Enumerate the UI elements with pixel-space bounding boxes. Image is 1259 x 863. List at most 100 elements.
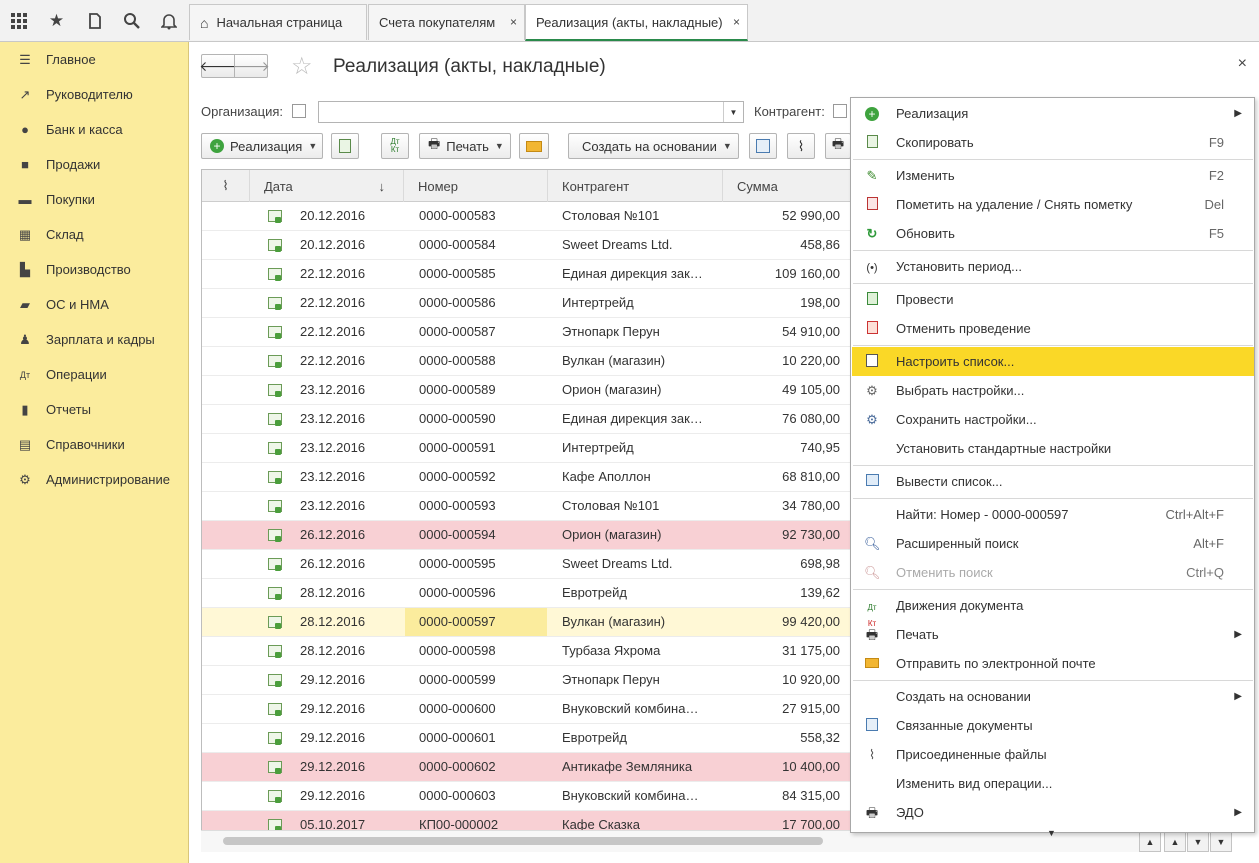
sidebar-item-manager[interactable]: ↗ Руководителю xyxy=(0,77,189,112)
table-row[interactable]: 23.12.2016 0000-000591 Интертрейд 740,95 xyxy=(202,434,860,463)
table-row[interactable]: 29.12.2016 0000-000601 Евротрейд 558,32 xyxy=(202,724,860,753)
column-header-date[interactable]: Дата ↓ xyxy=(250,170,404,202)
menu-scroll-down-icon[interactable]: ▼ xyxy=(1047,828,1056,838)
table-row[interactable]: 28.12.2016 0000-000596 Евротрейд 139,62 xyxy=(202,579,860,608)
favorite-star-icon[interactable]: ☆ xyxy=(291,52,313,81)
sidebar-item-warehouse[interactable]: ▦ Склад xyxy=(0,217,189,252)
attached-files-button[interactable]: ⌇ xyxy=(787,133,815,159)
menu-item-20[interactable]: Связанные документы xyxy=(852,711,1254,740)
sidebar-item-label: Покупки xyxy=(46,192,95,207)
menu-item-5[interactable]: (•) Установить период... xyxy=(852,252,1254,281)
cell-contractor: Внуковский комбина… xyxy=(562,788,699,803)
sidebar-item-salary[interactable]: ♟ Зарплата и кадры xyxy=(0,322,189,357)
add-green-icon: + xyxy=(864,106,880,122)
contractor-checkbox[interactable] xyxy=(833,104,847,118)
menu-item-3[interactable]: Пометить на удаление / Снять пометку Del xyxy=(852,190,1254,219)
sidebar-item-main[interactable]: ☰ Главное xyxy=(0,42,189,77)
column-header-sum[interactable]: Сумма xyxy=(723,170,860,202)
menu-item-6[interactable]: Провести xyxy=(852,285,1254,314)
sidebar-item-administration[interactable]: ⚙ Администрирование xyxy=(0,462,189,497)
menu-item-14[interactable]: 🔍︎ Расширенный поиск Alt+F xyxy=(852,529,1254,558)
table-row[interactable]: 23.12.2016 0000-000593 Столовая №101 34 780… xyxy=(202,492,860,521)
sidebar-item-sales[interactable]: ■ Продажи xyxy=(0,147,189,182)
menu-item-7[interactable]: Отменить проведение xyxy=(852,314,1254,343)
table-row[interactable]: 29.12.2016 0000-000599 Этнопарк Перун 10 92… xyxy=(202,666,860,695)
table-row[interactable]: 20.12.2016 0000-000583 Столовая №101 52 990… xyxy=(202,202,860,231)
column-header-contractor[interactable]: Контрагент xyxy=(548,170,723,202)
table-row[interactable]: 23.12.2016 0000-000592 Кафе Аполлон 68 810,… xyxy=(202,463,860,492)
table-row[interactable]: 23.12.2016 0000-000589 Орион (магазин) 49 1… xyxy=(202,376,860,405)
menu-item-17[interactable]: 🖶 Печать ▶ xyxy=(852,620,1254,649)
create-based-on-button[interactable]: Создать на основании ▼ xyxy=(568,133,739,159)
forward-button[interactable]: 🡒 xyxy=(232,54,270,78)
sidebar-item-bank[interactable]: ● Банк и касса xyxy=(0,112,189,147)
sidebar-item-operations[interactable]: Дт Операции xyxy=(0,357,189,392)
menu-item-10[interactable]: ⚙ Сохранить настройки... xyxy=(852,405,1254,434)
table-row[interactable]: 28.12.2016 0000-000597 Вулкан (магазин) 99 … xyxy=(202,608,860,637)
copy-button[interactable] xyxy=(331,133,359,159)
menu-item-22[interactable]: Изменить вид операции... xyxy=(852,769,1254,798)
create-realization-button[interactable]: + Реализация ▼ xyxy=(201,133,323,159)
send-email-button[interactable] xyxy=(519,133,549,159)
table-row[interactable]: 29.12.2016 0000-000603 Внуковский комбина…… xyxy=(202,782,860,811)
table-row[interactable]: 29.12.2016 0000-000600 Внуковский комбина…… xyxy=(202,695,860,724)
scroll-last-icon[interactable]: ▼ xyxy=(1210,832,1232,852)
menu-item-0[interactable]: + Реализация ▶ xyxy=(852,99,1254,128)
menu-item-19[interactable]: Создать на основании ▶ xyxy=(852,682,1254,711)
menu-item-13[interactable]: Найти: Номер - 0000-000597 Ctrl+Alt+F xyxy=(852,500,1254,529)
menu-item-21[interactable]: ⌇ Присоединенные файлы xyxy=(852,740,1254,769)
table-row[interactable]: 22.12.2016 0000-000585 Единая дирекция зак… xyxy=(202,260,860,289)
table-row[interactable]: 29.12.2016 0000-000602 Антикафе Земляника 1… xyxy=(202,753,860,782)
menu-item-16[interactable]: Дт Кт Движения документа xyxy=(852,591,1254,628)
menu-item-9[interactable]: ⚙ Выбрать настройки... xyxy=(852,376,1254,405)
table-row[interactable]: 22.12.2016 0000-000588 Вулкан (магазин) 10 … xyxy=(202,347,860,376)
scroll-first-icon[interactable]: ▲ xyxy=(1139,832,1161,852)
sidebar-item-purchases[interactable]: ▬ Покупки xyxy=(0,182,189,217)
menu-item-15[interactable]: 🔍︎ Отменить поиск Ctrl+Q xyxy=(852,558,1254,587)
chevron-down-icon[interactable]: ▼ xyxy=(723,102,743,122)
related-documents-button[interactable] xyxy=(749,133,777,159)
close-icon[interactable]: × xyxy=(733,15,740,29)
back-button[interactable]: 🡐 xyxy=(199,54,237,78)
organization-field[interactable]: ▼ xyxy=(318,101,744,123)
sidebar-item-reports[interactable]: ▮ Отчеты xyxy=(0,392,189,427)
tab-customer-invoices[interactable]: Счета покупателям × xyxy=(368,4,525,40)
attachment-column-header[interactable]: ⌇ xyxy=(202,170,250,202)
scroll-down-icon[interactable]: ▼ xyxy=(1187,832,1209,852)
menu-item-23[interactable]: 🖶 ЭДО ▶ xyxy=(852,798,1254,827)
favorites-star-icon[interactable]: ★ xyxy=(38,0,75,42)
notifications-bell-icon[interactable] xyxy=(150,0,187,42)
table-row[interactable]: 23.12.2016 0000-000590 Единая дирекция зак… xyxy=(202,405,860,434)
horizontal-scrollbar[interactable] xyxy=(201,830,1149,852)
table-row[interactable]: 26.12.2016 0000-000595 Sweet Dreams Ltd. 69… xyxy=(202,550,860,579)
close-form-icon[interactable]: × xyxy=(1238,55,1247,73)
menu-item-12[interactable]: Вывести список... xyxy=(852,467,1254,496)
menu-item-4[interactable]: ↻ Обновить F5 xyxy=(852,219,1254,248)
sidebar-item-fixed-assets[interactable]: ▰ ОС и НМА xyxy=(0,287,189,322)
search-icon[interactable] xyxy=(113,0,150,42)
print-button[interactable]: 🖶 Печать ▼ xyxy=(419,133,511,159)
menu-item-2[interactable]: ✎ Изменить F2 xyxy=(852,161,1254,190)
scrollbar-thumb[interactable] xyxy=(223,837,823,845)
tab-home[interactable]: ⌂ Начальная страница xyxy=(189,4,367,40)
column-header-number[interactable]: Номер xyxy=(404,170,548,202)
table-row[interactable]: 26.12.2016 0000-000594 Орион (магазин) 92 7… xyxy=(202,521,860,550)
close-icon[interactable]: × xyxy=(510,15,517,29)
table-row[interactable]: 20.12.2016 0000-000584 Sweet Dreams Ltd. 45… xyxy=(202,231,860,260)
menu-item-8[interactable]: Настроить список... xyxy=(852,347,1254,376)
table-row[interactable]: 28.12.2016 0000-000598 Турбаза Яхрома 31 17… xyxy=(202,637,860,666)
sidebar-item-production[interactable]: ▙ Производство xyxy=(0,252,189,287)
document-movements-button[interactable]: Дт Кт xyxy=(381,133,409,159)
organization-checkbox[interactable] xyxy=(292,104,306,118)
menu-item-1[interactable]: Скопировать F9 xyxy=(852,128,1254,157)
menu-item-11[interactable]: Установить стандартные настройки xyxy=(852,434,1254,463)
history-icon[interactable] xyxy=(76,0,113,42)
menu-item-18[interactable]: Отправить по электронной почте xyxy=(852,649,1254,678)
tab-realization[interactable]: Реализация (акты, накладные) × xyxy=(525,4,748,41)
apps-grid-icon[interactable] xyxy=(0,0,37,42)
table-row[interactable]: 22.12.2016 0000-000587 Этнопарк Перун 54 91… xyxy=(202,318,860,347)
edo-button[interactable]: 🖶 xyxy=(825,133,851,159)
table-row[interactable]: 22.12.2016 0000-000586 Интертрейд 198,00 xyxy=(202,289,860,318)
scroll-up-icon[interactable]: ▲ xyxy=(1164,832,1186,852)
sidebar-item-references[interactable]: ▤ Справочники xyxy=(0,427,189,462)
